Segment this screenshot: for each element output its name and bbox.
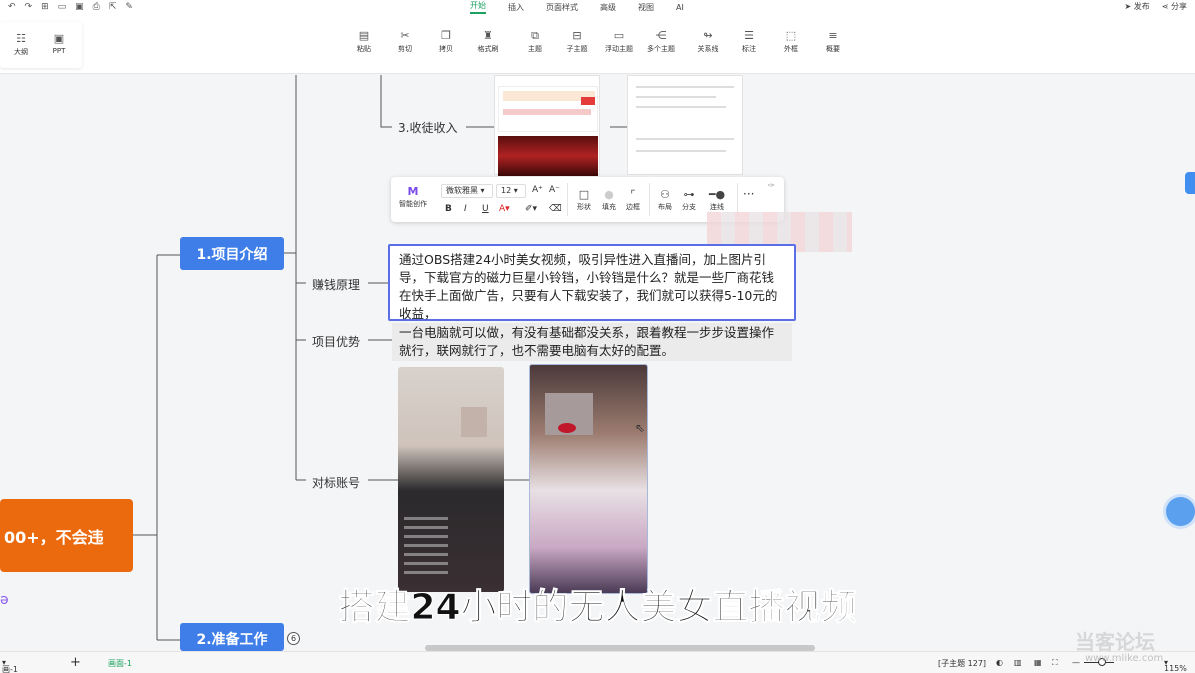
ai-create-button[interactable]: M 智能创作 [397, 185, 429, 209]
reading-mode-icon[interactable]: ▥ [1014, 658, 1022, 667]
ai-float-icon[interactable]: ǝ [0, 592, 12, 616]
principle-text-node[interactable]: 通过OBS搭建24小时美女视频，吸引异性进入直播间，加上图片引导，下载官方的磁力… [388, 244, 796, 321]
subtopic-income-label: 3.收徒收入 [398, 121, 458, 135]
fit-screen-icon[interactable]: ⛶ [1052, 658, 1058, 668]
status-bar: 画-1 ▾ + 画面-1 [子主题 127] ◐ ▥ ▦ ⛶ — 115% ▾ [0, 651, 1195, 673]
subtopic-principle-label: 赚钱原理 [312, 278, 361, 292]
more-icon[interactable]: ··· [743, 187, 754, 201]
zoom-out-icon[interactable]: — [1072, 658, 1080, 667]
principle-text: 通过OBS搭建24小时美女视频，吸引异性进入直播间，加上图片引导，下载官方的磁力… [399, 252, 778, 321]
fill-button[interactable]: ● 填充 [598, 188, 620, 212]
highlight-icon[interactable]: ✐▾ [525, 204, 537, 214]
comment-overlay [404, 517, 448, 577]
italic-icon[interactable]: I [464, 204, 467, 214]
underline-icon[interactable]: U [482, 204, 489, 214]
subtopic-income[interactable]: 3.收徒收入 [392, 118, 464, 137]
benchmark-screenshot-1[interactable] [398, 367, 504, 592]
branch-label: 分支 [682, 203, 696, 211]
fill-label: 填充 [602, 203, 616, 211]
screenshot-card [498, 86, 598, 132]
advantage-text: 一台电脑就可以做，有没有基础都没关系，跟着教程一步步设置操作就行，联网就行了，也… [399, 325, 775, 358]
screenshot-row [503, 109, 591, 115]
side-panel-tab[interactable] [1185, 172, 1195, 194]
layout-button[interactable]: ⚇ 布局 [654, 188, 676, 212]
clear-format-icon[interactable]: ⌫ [549, 204, 562, 214]
app-screenshot-1 [494, 75, 600, 176]
line-style-button[interactable]: ━● 连线 [702, 188, 732, 212]
topic-project-intro-label: 1.项目介绍 [196, 246, 268, 263]
border-icon: ⌜ [630, 188, 636, 201]
font-value: 微软雅黑 [446, 186, 478, 195]
screenshot-line [636, 86, 734, 88]
subtopic-principle[interactable]: 赚钱原理 [306, 275, 367, 294]
line-style-icon: ━● [708, 188, 726, 201]
ai-logo-icon: M [407, 185, 419, 198]
toolbar-divider [567, 183, 568, 216]
toolbar-divider [649, 183, 650, 216]
screenshot-photo [498, 136, 598, 176]
branch-icon: ⊶ [683, 188, 695, 201]
mouse-cursor-icon: ⇖ [635, 421, 646, 435]
central-topic[interactable]: 00+，不会违 [0, 499, 133, 572]
font-size-select[interactable]: 12 ▾ [496, 184, 526, 198]
square-icon: □ [578, 188, 590, 201]
theme-icon[interactable]: ◐ [996, 658, 1003, 667]
zoom-level-label: 115% [1164, 664, 1187, 673]
font-size-value: 12 [501, 186, 512, 195]
shape-label: 形状 [577, 203, 591, 211]
screenshot-line [636, 138, 734, 140]
subtopic-benchmark[interactable]: 对标账号 [306, 473, 367, 492]
floating-assistant-button[interactable] [1166, 497, 1195, 526]
shape-button[interactable]: □ 形状 [573, 188, 595, 212]
bold-icon[interactable]: B [445, 204, 452, 214]
screenshot-line [636, 96, 716, 98]
topic-preparation-label: 2.准备工作 [196, 632, 268, 648]
screenshot-line [636, 150, 726, 152]
mosaic-blur [461, 407, 487, 437]
topic-project-intro[interactable]: 1.项目介绍 [180, 237, 284, 270]
collapse-badge-count: 6 [290, 634, 297, 643]
branch-button[interactable]: ⊶ 分支 [678, 188, 700, 212]
screenshot-button [581, 97, 595, 105]
font-select[interactable]: 微软雅黑 ▾ [441, 184, 493, 198]
topic-count: [子主题 127] [938, 659, 987, 668]
subtopic-advantage-label: 项目优势 [312, 335, 361, 349]
layout-icon: ⚇ [660, 188, 670, 201]
central-topic-label: 00+，不会违 [4, 527, 104, 547]
video-subtitle: 搭建24小时的无人美女直播视频 [338, 587, 857, 629]
zoom-level[interactable]: 115% ▾ [1164, 658, 1187, 673]
intro-connector [284, 75, 306, 481]
layout-label: 布局 [658, 203, 672, 211]
ai-create-label: 智能创作 [399, 200, 427, 208]
subtopic-benchmark-label: 对标账号 [312, 476, 361, 490]
subtopic-advantage[interactable]: 项目优势 [306, 332, 367, 351]
screenshot-line [636, 106, 726, 108]
mosaic-blur [558, 423, 576, 433]
benchmark-screenshot-2[interactable]: ⇖ [529, 364, 648, 594]
advantage-text-node[interactable]: 一台电脑就可以做，有没有基础都没关系，跟着教程一步步设置操作就行，联网就行了，也… [392, 323, 792, 361]
line-style-label: 连线 [710, 203, 724, 211]
border-label: 边框 [626, 203, 640, 211]
watermark-url: www.mlike.com [1085, 653, 1164, 664]
fill-icon: ● [604, 188, 614, 201]
grow-font-icon[interactable]: A⁺ [532, 185, 543, 195]
income-connector [380, 75, 392, 128]
shrink-font-icon[interactable]: A⁻ [549, 185, 560, 195]
collapse-badge[interactable]: 6 [287, 632, 300, 645]
grid-icon[interactable]: ▦ [1034, 658, 1042, 667]
font-color-icon[interactable]: A▾ [499, 204, 510, 214]
app-screenshot-2 [627, 75, 743, 175]
pin-icon[interactable]: ✑ [768, 181, 775, 190]
add-sheet-icon[interactable]: + [70, 655, 81, 670]
sheet-tab[interactable]: 画面-1 [108, 658, 132, 669]
page-selector[interactable]: 画-1 ▾ [2, 658, 18, 673]
page-selector-label: 画-1 [2, 665, 18, 673]
border-button[interactable]: ⌜ 边框 [622, 188, 644, 212]
mindmap-app: ↶ ↷ ⊞ ▭ ▣ ⎙ ⇱ ✎ 开始 插入 页面样式 高级 视图 AI ➤ 发布… [0, 0, 1195, 673]
watermark: 当客论坛 [1075, 630, 1155, 654]
